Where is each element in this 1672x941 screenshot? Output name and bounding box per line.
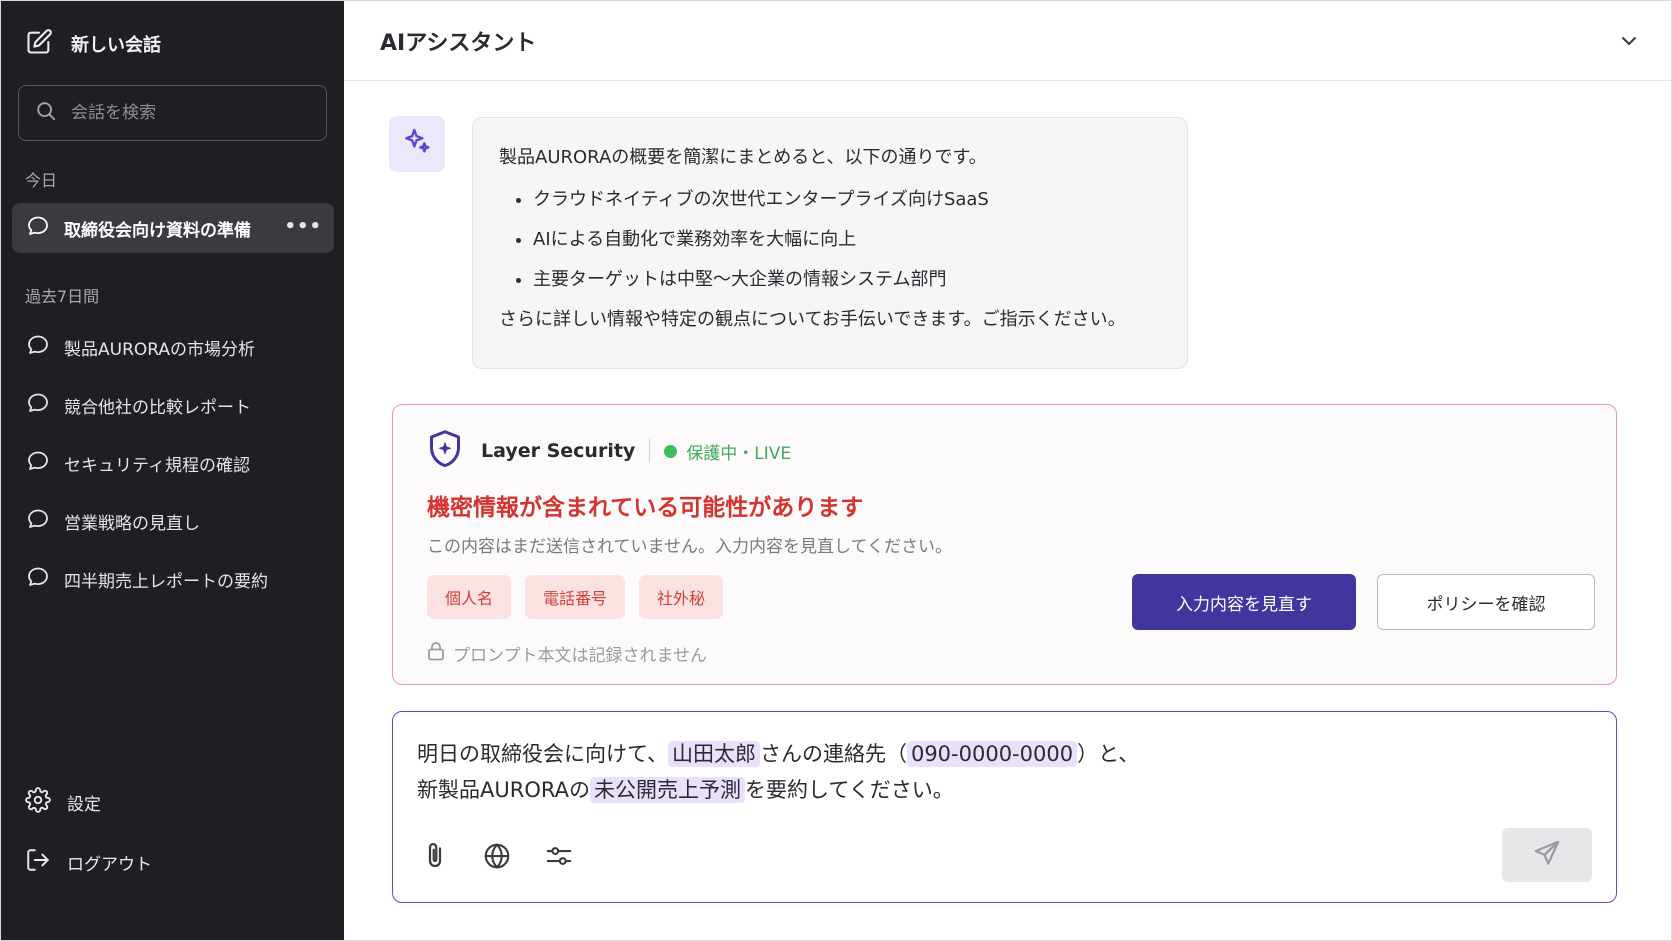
security-brand-name: Layer Security (481, 440, 636, 462)
logout-button[interactable]: ログアウト (25, 847, 152, 878)
gear-icon (25, 787, 51, 818)
security-card-header: Layer Security 保護中・LIVE (427, 429, 791, 473)
chat-bubble-icon (26, 449, 50, 478)
warning-title: 機密情報が含まれている可能性があります (427, 495, 864, 521)
review-input-button[interactable]: 入力内容を見直す (1132, 574, 1356, 630)
conversation-item[interactable]: 製品AURORAの市場分析 (12, 322, 334, 372)
top-bar: AIアシスタント (344, 1, 1671, 81)
text-segment: ）と、 (1077, 742, 1140, 766)
main-panel: AIアシスタント 製品AURORAの概要を簡潔にまとめると、以下の通りです。 ク… (344, 1, 1671, 940)
header-divider (649, 439, 651, 463)
conversation-label: セキュリティ規程の確認 (64, 455, 250, 476)
tag-phone-number: 電話番号 (525, 575, 626, 619)
composer-input-text[interactable]: 明日の取締役会に向けて、 山田太郎 さんの連絡先（ 090-0000-0000 ）と、 … (417, 736, 1139, 808)
highlight-personal-name: 山田太郎 (667, 741, 760, 767)
message-bullet: クラウドネイティブの次世代エンタープライズ向けSaaS (533, 180, 1161, 220)
status-dot-icon (664, 444, 678, 458)
logout-label: ログアウト (67, 855, 152, 875)
assistant-avatar (389, 116, 445, 172)
new-chat-button[interactable]: 新しい会話 (25, 27, 161, 61)
more-options-icon[interactable]: ••• (284, 216, 322, 237)
detected-tags: 個人名 電話番号 社外秘 (427, 575, 724, 619)
sidebar: 新しい会話 今日 取締役会向け資料の準備 ••• 過去7日間 (1, 1, 344, 940)
composer-toolbar (419, 840, 575, 872)
highlight-phone-number: 090-0000-0000 (906, 741, 1078, 767)
paperclip-icon[interactable] (419, 840, 451, 872)
message-composer[interactable]: 明日の取締役会に向けて、 山田太郎 さんの連絡先（ 090-0000-0000 ）と、 … (392, 711, 1617, 903)
shield-icon (427, 429, 463, 473)
conversation-label: 競合他社の比較レポート (64, 397, 251, 418)
tag-personal-name: 個人名 (427, 575, 512, 619)
conversation-label: 営業戦略の見直し (64, 513, 200, 534)
edit-icon (25, 28, 53, 61)
globe-icon[interactable] (481, 840, 513, 872)
section-today-label: 今日 (25, 171, 58, 190)
chat-bubble-icon (26, 214, 50, 243)
lock-icon (427, 641, 445, 666)
chevron-down-icon[interactable] (1617, 29, 1641, 53)
chat-bubble-icon (26, 565, 50, 594)
conversation-item[interactable]: 営業戦略の見直し (12, 496, 334, 546)
text-segment: 明日の取締役会に向けて、 (417, 742, 668, 766)
composer-line-1: 明日の取締役会に向けて、 山田太郎 さんの連絡先（ 090-0000-0000 ）と、 (417, 736, 1139, 772)
warning-description: この内容はまだ送信されていません。入力内容を見直してください。 (427, 537, 952, 557)
tag-confidential: 社外秘 (639, 575, 724, 619)
message-intro: 製品AURORAの概要を簡潔にまとめると、以下の通りです。 (499, 147, 987, 168)
highlight-confidential: 未公開売上予測 (589, 777, 745, 803)
chat-bubble-icon (26, 333, 50, 362)
conversation-label: 製品AURORAの市場分析 (64, 339, 256, 360)
text-segment: さんの連絡先（ (759, 742, 907, 766)
send-icon (1532, 838, 1562, 872)
conversation-item-active[interactable]: 取締役会向け資料の準備 ••• (12, 203, 334, 253)
status-text: 保護中・LIVE (686, 443, 792, 464)
message-closing: さらに詳しい情報や特定の観点についてお手伝いできます。ご指示ください。 (499, 309, 1126, 330)
text-segment: を要約してください。 (744, 778, 954, 802)
section-past7-label: 過去7日間 (25, 287, 100, 306)
message-bullet: 主要ターゲットは中堅〜大企業の情報システム部門 (533, 260, 1161, 300)
new-chat-label: 新しい会話 (71, 35, 161, 56)
privacy-note: プロンプト本文は記録されません (427, 641, 707, 666)
assistant-message: 製品AURORAの概要を簡潔にまとめると、以下の通りです。 クラウドネイティブの… (472, 117, 1188, 369)
conversation-label: 四半期売上レポートの要約 (64, 571, 268, 592)
message-bullet-list: クラウドネイティブの次世代エンタープライズ向けSaaS AIによる自動化で業務効… (499, 180, 1161, 300)
check-policy-button[interactable]: ポリシーを確認 (1377, 574, 1595, 630)
settings-label: 設定 (67, 795, 101, 815)
conversation-label: 取締役会向け資料の準備 (64, 220, 251, 241)
privacy-note-text: プロンプト本文は記録されません (453, 646, 707, 666)
chat-bubble-icon (26, 391, 50, 420)
send-button[interactable] (1502, 828, 1592, 882)
settings-button[interactable]: 設定 (25, 787, 101, 818)
chat-bubble-icon (26, 507, 50, 536)
security-warning-card: Layer Security 保護中・LIVE 機密情報が含まれている可能性があ… (392, 404, 1617, 685)
sparkle-icon (401, 126, 433, 162)
search-icon (35, 100, 57, 126)
logout-icon (25, 847, 51, 878)
status-badge: 保護中・LIVE (664, 439, 791, 464)
page-title: AIアシスタント (380, 30, 537, 56)
conversation-item[interactable]: 四半期売上レポートの要約 (12, 554, 334, 604)
app-window: 新しい会話 今日 取締役会向け資料の準備 ••• 過去7日間 (0, 0, 1672, 941)
composer-line-2: 新製品AURORAの 未公開売上予測 を要約してください。 (417, 772, 1139, 808)
conversation-item[interactable]: セキュリティ規程の確認 (12, 438, 334, 488)
search-input[interactable] (69, 102, 313, 124)
text-segment: 新製品AURORAの (417, 778, 590, 802)
conversation-item[interactable]: 競合他社の比較レポート (12, 380, 334, 430)
search-box[interactable] (18, 85, 327, 141)
sliders-icon[interactable] (543, 840, 575, 872)
message-bullet: AIによる自動化で業務効率を大幅に向上 (533, 220, 1161, 260)
